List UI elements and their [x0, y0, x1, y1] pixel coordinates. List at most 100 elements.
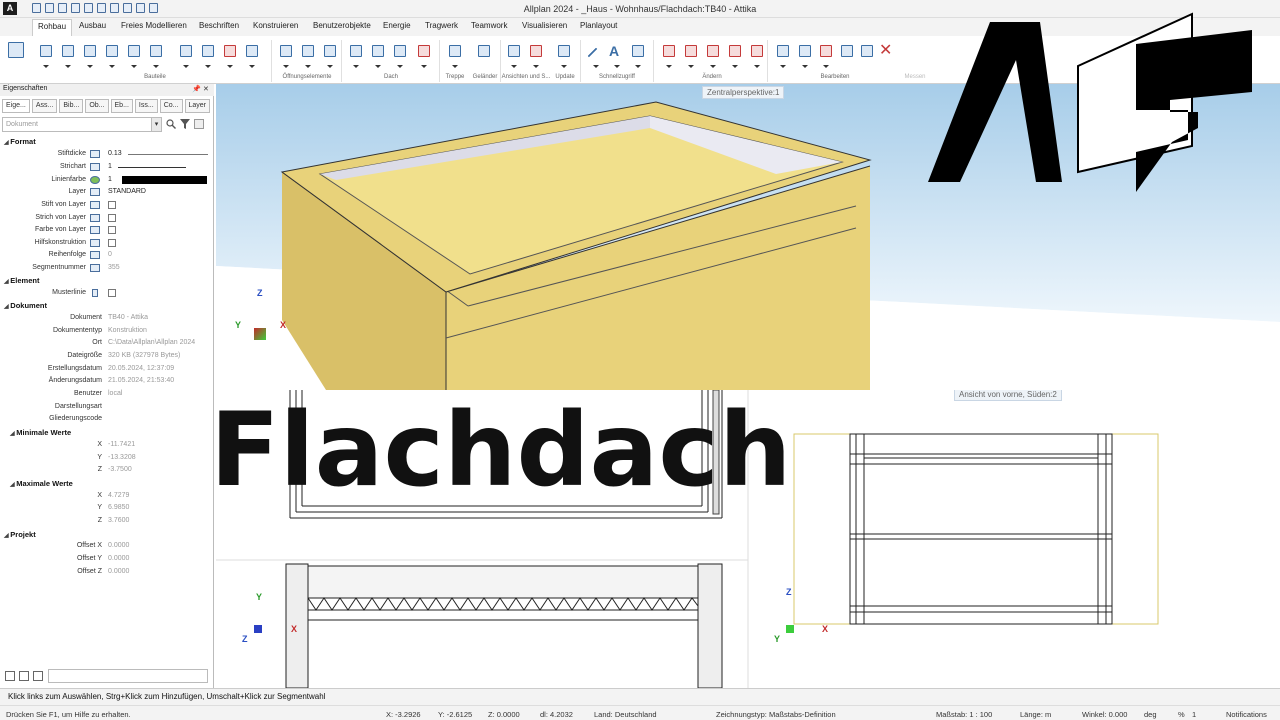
section-projekt[interactable]: Projekt	[4, 530, 35, 539]
delete-icon[interactable]	[661, 43, 677, 68]
window-smartpart-icon[interactable]	[322, 43, 338, 68]
copy-icon[interactable]	[683, 43, 699, 68]
window-icon[interactable]	[278, 43, 294, 68]
notifications[interactable]: Notifications	[1226, 710, 1267, 719]
tab-konstruieren[interactable]: Konstruieren	[253, 21, 298, 30]
section-icon[interactable]	[528, 43, 544, 68]
column-icon[interactable]	[82, 43, 98, 68]
checklist-icon[interactable]	[194, 119, 204, 129]
update-icon[interactable]	[556, 43, 572, 68]
wall-icon[interactable]	[38, 43, 54, 68]
roof-icon[interactable]	[348, 43, 364, 68]
dimension-icon[interactable]	[630, 43, 646, 68]
tab-planlayout[interactable]: Planlayout	[580, 21, 617, 30]
close-red-icon[interactable]: ✕	[879, 43, 895, 59]
filter-dropdown[interactable]: Dokument	[2, 117, 162, 132]
pin-icon[interactable]: 📌	[192, 85, 201, 93]
line-icon[interactable]	[587, 43, 605, 68]
checkbox[interactable]	[108, 289, 116, 297]
lintel-icon[interactable]	[148, 43, 164, 68]
roof-covering-icon[interactable]	[416, 43, 432, 68]
drawing-type[interactable]: Zeichnungstyp: Maßstabs-Definition	[716, 710, 836, 719]
properties-palette-icon[interactable]	[6, 40, 26, 60]
filter-icon[interactable]	[180, 119, 190, 129]
panel-tab-assistenten[interactable]: Ass...	[31, 99, 58, 113]
door-icon[interactable]	[300, 43, 316, 68]
panel-tab-issues[interactable]: Iss...	[134, 99, 158, 113]
scale[interactable]: Maßstab: 1 : 100	[936, 710, 992, 719]
panel-tab-connect[interactable]: Co...	[159, 99, 183, 113]
prop-value[interactable]: 0.13	[108, 150, 122, 157]
foundation-icon[interactable]	[126, 43, 142, 68]
niche-icon[interactable]	[244, 43, 260, 68]
tab-rohbau[interactable]: Rohbau	[32, 19, 73, 36]
color-swatch[interactable]	[122, 176, 207, 184]
move-icon[interactable]	[705, 43, 721, 68]
checkbox[interactable]	[108, 214, 116, 222]
axis-y-label: Y	[774, 634, 781, 644]
beam-icon[interactable]	[104, 43, 120, 68]
pen-preview	[128, 154, 208, 155]
section-dokument[interactable]: Dokument	[4, 301, 47, 310]
prop-value[interactable]: 1	[108, 176, 112, 183]
recess-icon[interactable]	[200, 43, 216, 68]
house-view-icon[interactable]	[506, 43, 522, 68]
section-format[interactable]: Format	[4, 137, 35, 146]
match-icon[interactable]	[19, 671, 29, 681]
section-min-values[interactable]: Minimale Werte	[10, 428, 71, 437]
tab-energie[interactable]: Energie	[383, 21, 411, 30]
stair-element-icon[interactable]	[178, 43, 194, 68]
command-input[interactable]	[48, 669, 208, 683]
railing-icon[interactable]	[476, 43, 492, 59]
tab-ausbau[interactable]: Ausbau	[79, 21, 106, 30]
pipette-icon[interactable]	[5, 671, 15, 681]
stair-icon[interactable]	[447, 43, 463, 68]
tab-tragwerk[interactable]: Tragwerk	[425, 21, 458, 30]
text-icon[interactable]: A	[609, 43, 625, 68]
prop-value[interactable]: 1	[108, 163, 112, 170]
tab-benutzerobjekte[interactable]: Benutzerobjekte	[313, 21, 371, 30]
close-icon[interactable]: ✕	[203, 85, 209, 93]
prop-label: Z	[97, 466, 102, 473]
search-icon[interactable]	[166, 119, 176, 129]
percent[interactable]: %	[1178, 710, 1185, 719]
stretch-icon[interactable]	[859, 43, 875, 59]
segment-icon	[90, 264, 100, 272]
modify-icon[interactable]	[727, 43, 743, 68]
panel-tab-eigenschaften[interactable]: Eige...	[2, 99, 30, 113]
checkbox[interactable]	[108, 239, 116, 247]
section-element[interactable]: Element	[4, 276, 39, 285]
panel-tab-bibliothek[interactable]: Bib...	[59, 99, 84, 113]
scale-one[interactable]: 1	[1192, 710, 1196, 719]
mirror-axis-icon[interactable]	[839, 43, 855, 59]
panel-tab-ebenen[interactable]: Eb...	[110, 99, 133, 113]
roof-plane-icon[interactable]	[370, 43, 386, 68]
length-unit[interactable]: Länge: m	[1020, 710, 1051, 719]
slab-icon[interactable]	[60, 43, 76, 68]
tab-visualisieren[interactable]: Visualisieren	[522, 21, 567, 30]
checkbox[interactable]	[108, 201, 116, 209]
copy-paste-icon[interactable]	[775, 43, 791, 68]
transfer-icon[interactable]	[33, 671, 43, 681]
axis-cube-icon[interactable]	[254, 328, 266, 340]
panel-tab-layer[interactable]: Layer	[184, 99, 211, 113]
line-preview	[118, 167, 186, 168]
group-label-oeffnungselemente: Öffnungselemente	[282, 74, 332, 80]
dormer-icon[interactable]	[392, 43, 408, 68]
opening-red-icon[interactable]	[222, 43, 238, 68]
prop-value[interactable]: STANDARD	[108, 188, 146, 195]
angle[interactable]: Winkel: 0.000	[1082, 710, 1127, 719]
chevron-down-icon[interactable]: ▾	[151, 117, 162, 132]
group-separator	[580, 40, 581, 82]
panel-tab-objekte[interactable]: Ob...	[85, 99, 109, 113]
checkbox[interactable]	[108, 226, 116, 234]
tab-freies-modellieren[interactable]: Freies Modellieren	[121, 21, 187, 30]
tab-teamwork[interactable]: Teamwork	[471, 21, 507, 30]
section-max-values[interactable]: Maximale Werte	[10, 479, 73, 488]
split-icon[interactable]	[749, 43, 765, 68]
angle-unit[interactable]: deg	[1144, 710, 1157, 719]
pen-layer-icon	[90, 201, 100, 209]
mirror-icon[interactable]	[797, 43, 813, 68]
tab-beschriften[interactable]: Beschriften	[199, 21, 239, 30]
rotate-icon[interactable]	[818, 43, 834, 68]
